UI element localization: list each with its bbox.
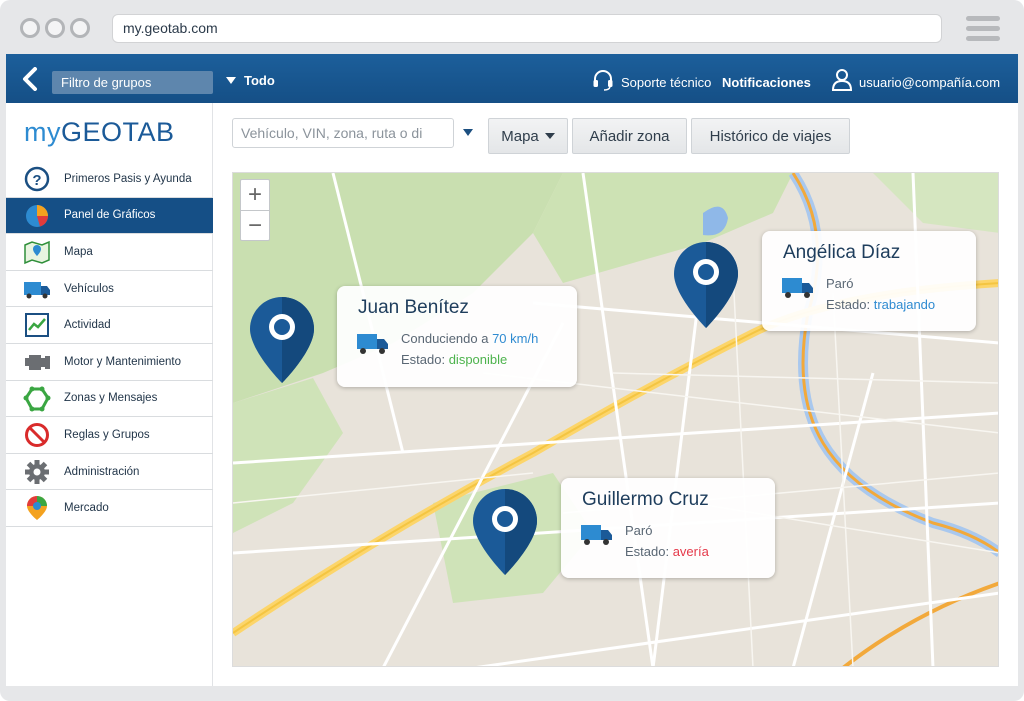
zoom-out-button[interactable]: − xyxy=(241,210,269,240)
sidebar: myGEOTAB ? Primeros Pasis y Ayunda Panel… xyxy=(6,103,213,686)
status-value: disponible xyxy=(448,352,508,367)
user-icon[interactable] xyxy=(832,69,852,91)
activity-icon xyxy=(25,313,49,338)
map-pin-icon[interactable] xyxy=(471,487,539,577)
window-minimize-dot[interactable] xyxy=(45,18,65,38)
window-close-dot[interactable] xyxy=(20,18,40,38)
marketplace-icon xyxy=(27,496,47,521)
top-bar: Filtro de grupos Todo Soporte técnico No… xyxy=(6,54,1018,103)
trip-history-button[interactable]: Histórico de viajes xyxy=(691,118,850,154)
sidebar-item-label: Panel de Gráficos xyxy=(64,209,156,222)
back-arrow-icon[interactable] xyxy=(20,67,40,91)
pie-chart-icon xyxy=(26,204,48,227)
browser-chrome: my.geotab.com xyxy=(0,0,1024,52)
sidebar-item-label: Reglas y Grupos xyxy=(64,428,150,441)
sidebar-item-administration[interactable]: Administración xyxy=(6,454,213,491)
zone-icon xyxy=(23,386,51,412)
driver-activity: Paró xyxy=(625,523,653,538)
driver-name: Juan Benítez xyxy=(358,297,469,318)
sidebar-item-engine[interactable]: Motor y Mantenimiento xyxy=(6,344,213,381)
sidebar-item-vehicles[interactable]: Vehículos xyxy=(6,271,213,308)
rules-icon xyxy=(25,423,49,448)
sidebar-item-label: Mercado xyxy=(64,502,109,515)
search-input[interactable]: Vehículo, VIN, zona, ruta o di xyxy=(232,118,454,148)
search-dropdown-icon[interactable] xyxy=(463,129,473,136)
driver-status: Estado: disponible xyxy=(401,352,508,367)
user-account-link[interactable]: usuario@compañía.com xyxy=(859,75,1000,90)
chevron-down-icon xyxy=(226,77,236,84)
geotab-logo[interactable]: myGEOTAB xyxy=(24,117,175,147)
map-view-label: Mapa xyxy=(501,127,539,145)
group-filter-input[interactable]: Filtro de grupos xyxy=(52,71,213,94)
address-bar[interactable]: my.geotab.com xyxy=(112,14,942,43)
sidebar-item-label: Actividad xyxy=(64,319,111,332)
add-zone-button[interactable]: Añadir zona xyxy=(572,118,687,154)
driver-name: Guillermo Cruz xyxy=(582,489,709,510)
status-value: avería xyxy=(672,544,709,559)
chevron-down-icon xyxy=(544,133,555,139)
group-selector-label: Todo xyxy=(244,73,275,88)
map-icon xyxy=(24,241,50,265)
map-canvas[interactable]: + − Juan Benítez Conduciendo a 70 km/h E… xyxy=(232,172,999,667)
sidebar-item-dashboard[interactable]: Panel de Gráficos xyxy=(6,197,213,235)
window-maximize-dot[interactable] xyxy=(70,18,90,38)
notifications-link[interactable]: Notificaciones xyxy=(722,75,811,90)
driver-speed: 70 km/h xyxy=(492,331,539,346)
sidebar-item-label: Motor y Mantenimiento xyxy=(64,355,181,368)
headset-icon[interactable] xyxy=(592,69,614,91)
sidebar-item-label: Zonas y Mensajes xyxy=(64,392,158,405)
truck-icon xyxy=(357,334,388,354)
zoom-control: + − xyxy=(240,179,270,241)
driver-status: Estado: avería xyxy=(625,544,709,559)
browser-frame: my.geotab.com Filtro de grupos Todo Sopo… xyxy=(0,0,1024,701)
truck-icon xyxy=(782,278,813,298)
sidebar-item-label: Vehículos xyxy=(64,282,114,295)
sidebar-item-label: Administración xyxy=(64,465,140,478)
driver-card[interactable]: Juan Benítez Conduciendo a 70 km/h Estad… xyxy=(337,286,577,387)
zoom-in-button[interactable]: + xyxy=(241,180,269,210)
status-value: trabajando xyxy=(873,297,936,312)
driver-name: Angélica Díaz xyxy=(783,242,901,263)
engine-icon xyxy=(25,354,50,370)
app-window: Filtro de grupos Todo Soporte técnico No… xyxy=(6,54,1018,686)
truck-icon xyxy=(581,525,612,545)
driver-status: Estado: trabajando xyxy=(826,297,936,312)
map-pin-icon[interactable] xyxy=(248,295,316,385)
sidebar-item-label: Primeros Pasis y Ayunda xyxy=(64,172,192,185)
sidebar-item-map[interactable]: Mapa xyxy=(6,234,213,271)
sidebar-item-zones[interactable]: Zonas y Mensajes xyxy=(6,381,213,418)
sidebar-item-rules[interactable]: Reglas y Grupos xyxy=(6,417,213,454)
map-view-button[interactable]: Mapa xyxy=(488,118,568,154)
sidebar-item-help[interactable]: ? Primeros Pasis y Ayunda xyxy=(6,161,213,198)
gear-icon xyxy=(25,459,49,484)
driver-card[interactable]: Guillermo Cruz Paró Estado: avería xyxy=(561,478,775,578)
map-pin-icon[interactable] xyxy=(672,240,740,330)
sidebar-nav: ? Primeros Pasis y Ayunda Panel de Gráfi… xyxy=(6,161,213,527)
browser-menu-icon[interactable] xyxy=(966,16,1000,42)
support-link[interactable]: Soporte técnico xyxy=(621,75,711,90)
driver-activity: Conduciendo a 70 km/h xyxy=(401,331,539,346)
driver-activity: Paró xyxy=(826,276,854,291)
truck-icon xyxy=(24,281,50,299)
group-selector[interactable]: Todo xyxy=(226,73,275,88)
driver-card[interactable]: Angélica Díaz Paró Estado: trabajando xyxy=(762,231,976,331)
svg-text:?: ? xyxy=(32,172,41,189)
sidebar-item-marketplace[interactable]: Mercado xyxy=(6,490,213,527)
sidebar-item-activity[interactable]: Actividad xyxy=(6,307,213,344)
sidebar-item-label: Mapa xyxy=(64,245,93,258)
help-icon: ? xyxy=(24,166,50,192)
